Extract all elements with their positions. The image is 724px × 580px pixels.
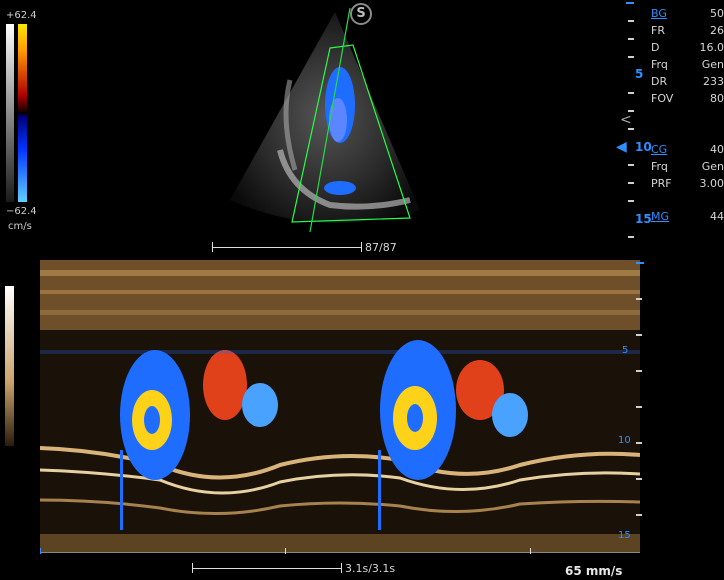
sweep-speed: 65 mm/s	[565, 564, 623, 578]
colorbar-min-label: −62.4	[6, 206, 37, 217]
m-mode-image	[40, 260, 640, 552]
param-dr-value: 233	[703, 75, 724, 88]
param-prf-value: 3.00	[699, 177, 724, 190]
param-frq-label: Frq	[651, 58, 668, 71]
param-frq-value: Gen	[701, 58, 724, 71]
time-counter: 3.1s/3.1s	[345, 562, 396, 575]
mmode-depth-label-10: 10	[618, 435, 631, 446]
mmode-gray-bar	[5, 286, 14, 446]
param-d-value: 16.0	[699, 41, 724, 54]
depth-scale-mmode	[636, 262, 644, 552]
param-bg-label[interactable]: BG	[651, 7, 667, 20]
depth-label-5: 5	[635, 67, 644, 81]
param-mg-label[interactable]: MG	[651, 210, 669, 223]
param-fov-label: FOV	[651, 92, 674, 105]
param-cg-value: 40	[710, 143, 724, 156]
depth-label-15: 15	[635, 212, 652, 226]
param-mg-value: 44	[710, 210, 724, 223]
frame-counter: 87/87	[365, 241, 397, 254]
depth-arrow-icon: ◀	[616, 139, 627, 155]
param-d-label: D	[651, 41, 660, 54]
mmode-depth-label-15: 15	[618, 530, 631, 541]
sector-image	[230, 7, 420, 233]
param-dr-label: DR	[651, 75, 668, 88]
gray-scale-bar	[6, 24, 14, 202]
param-cg-label[interactable]: CG	[651, 143, 667, 156]
colorbar-max-label: +62.4	[6, 10, 37, 21]
time-axis	[40, 552, 640, 553]
depth-label-10: 10	[635, 140, 652, 154]
color-velocity-bar	[18, 24, 27, 202]
time-scrubber[interactable]	[192, 568, 342, 569]
param-fr-label: FR	[651, 24, 665, 37]
mmode-depth-label-5: 5	[622, 345, 629, 356]
param-prf-label: PRF	[651, 177, 672, 190]
frame-scrubber[interactable]	[212, 247, 362, 248]
param-frq2-value: Gen	[701, 160, 724, 173]
param-bg-value: 50	[710, 7, 724, 20]
colorbar-unit: cm/s	[8, 221, 32, 232]
sector-tissue	[230, 12, 420, 223]
param-frq2-label: Frq	[651, 160, 668, 173]
focus-marker-icon[interactable]: <	[620, 112, 632, 128]
param-fov-value: 80	[710, 92, 724, 105]
param-fr-value: 26	[710, 24, 724, 37]
